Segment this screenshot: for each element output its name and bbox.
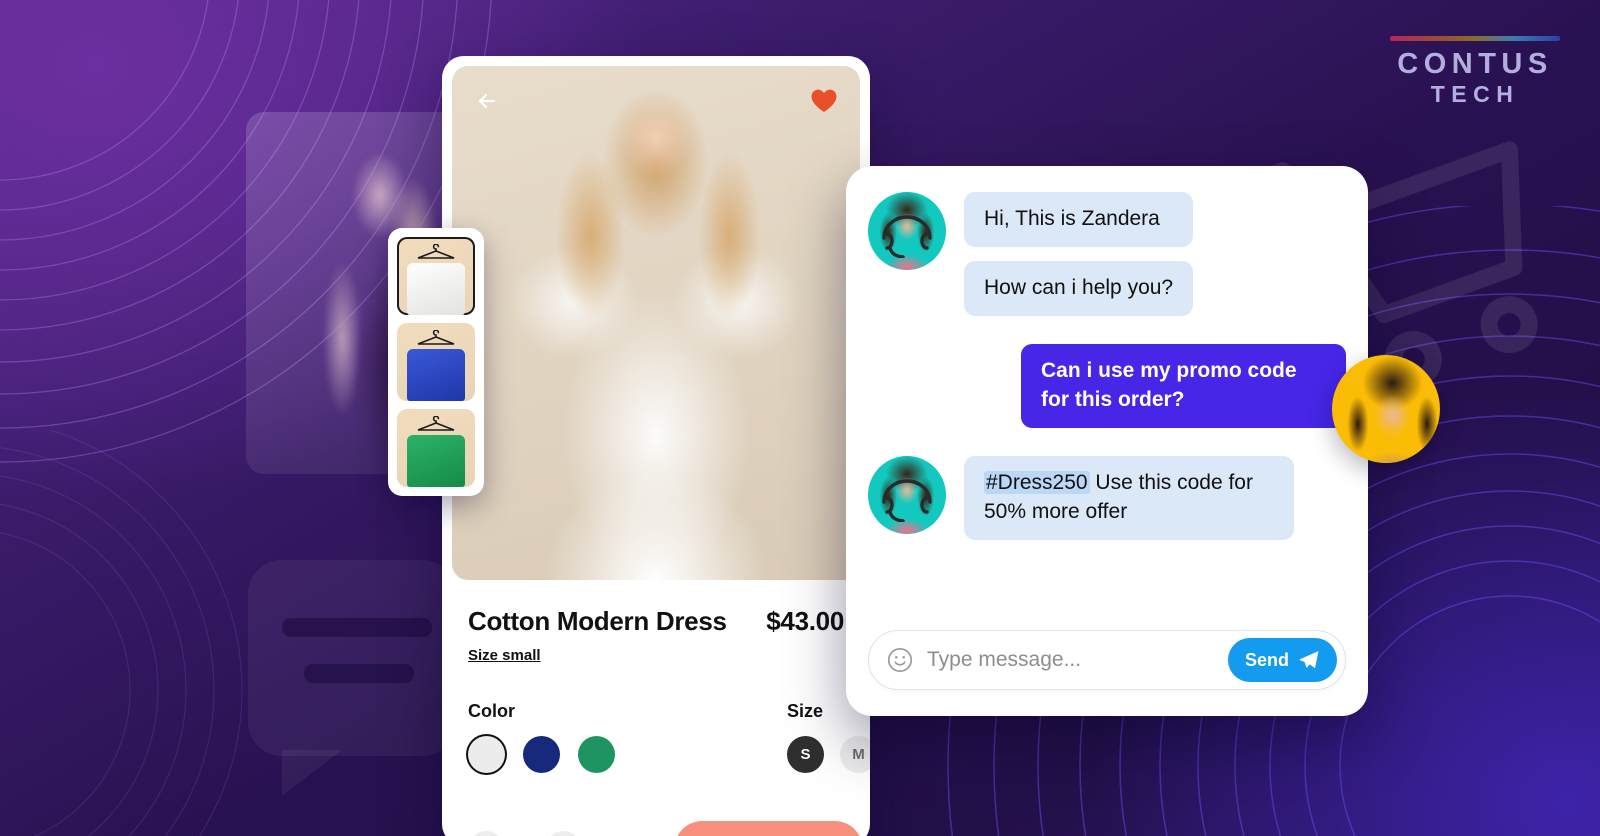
headset-icon [882, 479, 932, 522]
agent-avatar [868, 455, 946, 534]
size-option-s[interactable]: S [787, 736, 824, 773]
product-size-note[interactable]: Size small [468, 647, 541, 664]
chat-group-user: Can i use my promo code for this order? [868, 343, 1346, 428]
quantity-stepper: + 1 - [468, 831, 582, 836]
chat-group-agent-greeting: Hi, This is Zandera How can i help you? [868, 192, 1346, 316]
heart-icon[interactable] [810, 88, 838, 114]
color-label: Color [468, 701, 515, 721]
size-options: S M L [787, 736, 870, 773]
chat-bubble-outgoing: Can i use my promo code for this order? [1021, 343, 1346, 428]
screenshot-root: CONTUS TECH Cotton Modern Dress $43.00 S… [0, 0, 1600, 836]
user-face [1332, 355, 1440, 463]
garment-green [407, 435, 465, 487]
chat-composer: Send [846, 630, 1368, 716]
hanger-icon [417, 244, 455, 259]
product-hero-image [452, 66, 860, 580]
chat-panel: Hi, This is Zandera How can i help you? … [846, 166, 1368, 716]
chat-watermark-line-2 [304, 664, 414, 683]
back-arrow-icon[interactable] [474, 86, 504, 116]
color-swatch-white[interactable] [468, 736, 505, 773]
add-to-cart-button[interactable]: Add to Cart [674, 821, 863, 836]
product-price: $43.00 [766, 606, 844, 636]
thumbnail-blue-blouse[interactable] [397, 323, 475, 401]
agent-avatar [868, 192, 946, 270]
product-hero-toolbar [452, 66, 860, 136]
quantity-decrement-button[interactable]: - [545, 831, 582, 836]
promo-code-text[interactable]: #Dress250 [984, 470, 1090, 494]
thumbnail-green-blouse[interactable] [397, 409, 475, 487]
product-thumbnail-rail [388, 228, 484, 496]
chat-bubble-incoming-promo: #Dress250 Use this code for 50% more off… [964, 455, 1294, 540]
product-title-row: Cotton Modern Dress $43.00 [468, 606, 844, 637]
logo-gradient-bar [1390, 36, 1560, 41]
agent-bubble-stack: Hi, This is Zandera How can i help you? [964, 192, 1194, 316]
chat-bubble-incoming: How can i help you? [964, 260, 1194, 316]
agent-promo-bubble-stack: #Dress250 Use this code for 50% more off… [964, 455, 1294, 540]
color-swatches [468, 736, 615, 773]
hanger-icon [417, 330, 455, 345]
chat-composer-inner: Send [868, 630, 1346, 690]
logo-line-1: CONTUS [1397, 48, 1553, 80]
color-swatch-green[interactable] [578, 736, 615, 773]
color-swatch-navy[interactable] [523, 736, 560, 773]
size-option-m[interactable]: M [840, 736, 870, 773]
message-input[interactable] [927, 648, 1228, 672]
headset-icon [882, 215, 932, 258]
thumbnail-white-blouse[interactable] [397, 237, 475, 315]
hanger-icon [417, 416, 455, 431]
chat-message-list: Hi, This is Zandera How can i help you? … [846, 166, 1368, 630]
send-button[interactable]: Send [1227, 638, 1337, 682]
chat-watermark-line-1 [282, 618, 432, 637]
chat-bubble-watermark [248, 560, 456, 796]
product-title: Cotton Modern Dress [468, 606, 727, 636]
chat-group-agent-promo: #Dress250 Use this code for 50% more off… [868, 455, 1346, 540]
paper-plane-icon [1299, 651, 1319, 668]
product-info: Cotton Modern Dress $43.00 Size small Co… [442, 580, 870, 836]
product-options: Color Size S M L [468, 701, 870, 773]
brand-logo: CONTUS TECH [1390, 36, 1560, 110]
color-option-group: Color [468, 701, 615, 773]
user-avatar [1332, 355, 1440, 463]
garment-blue [407, 349, 465, 401]
cart-row: + 1 - Add to Cart [468, 821, 863, 836]
smiley-icon[interactable] [887, 647, 913, 673]
product-model-photo [452, 66, 860, 580]
product-card: Cotton Modern Dress $43.00 Size small Co… [442, 56, 870, 836]
quantity-increment-button[interactable]: + [468, 831, 505, 836]
send-button-label: Send [1244, 649, 1289, 670]
logo-line-2: TECH [1430, 81, 1520, 107]
garment-white [407, 263, 465, 315]
chat-bubble-incoming: Hi, This is Zandera [964, 192, 1194, 247]
